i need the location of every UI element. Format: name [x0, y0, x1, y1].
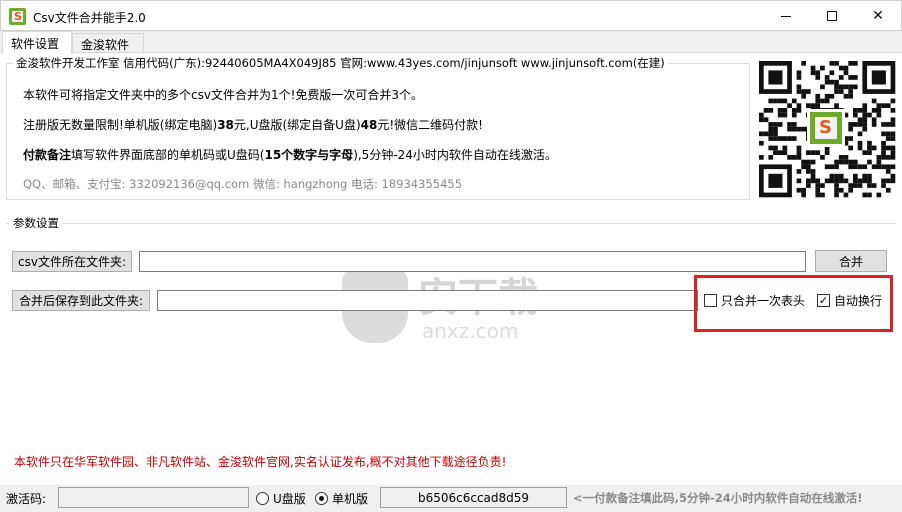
standalone-version-label: 单机版	[332, 492, 369, 506]
tab-strip: 软件设置 金浚软件	[0, 31, 902, 54]
info-group-title: 金浚软件开发工作室 信用代码(广东):92440605MA4X049J85 官网…	[13, 55, 668, 71]
activation-bar: 激活码: U盘版 单机版 b6506c6ccad8d59 <一付款备注填此码,5…	[0, 485, 902, 512]
merge-header-once-label: 只合并一次表头	[721, 294, 806, 308]
watermark-subtext: anxz.com	[422, 319, 519, 343]
csv-folder-button[interactable]: csv文件所在文件夹:	[12, 251, 132, 272]
tab-jinjun-software[interactable]: 金浚软件	[72, 33, 144, 53]
title-bar: S Csv文件合并能手2.0 ✕	[0, 0, 902, 31]
info-group: 金浚软件开发工作室 信用代码(广东):92440605MA4X049J85 官网…	[6, 55, 750, 200]
activation-label: 激活码:	[6, 492, 47, 506]
machine-code-field: b6506c6ccad8d59	[380, 487, 567, 508]
maximize-button[interactable]	[809, 1, 855, 31]
checkbox-checked-icon: ✓	[817, 294, 830, 307]
payment-note-text-2: ),5分钟-24小时内软件自动在线激活。	[353, 148, 557, 162]
si-logo-icon: S	[9, 8, 26, 25]
pricing-text-1: 注册版无数量限制!单机版(绑定电脑)	[23, 118, 218, 132]
save-folder-button[interactable]: 合并后保存到此文件夹:	[12, 290, 150, 311]
usb-version-label: U盘版	[273, 492, 306, 506]
params-group-title: 参数设置	[10, 215, 62, 231]
radio-on-icon	[315, 492, 328, 505]
window-title: Csv文件合并能手2.0	[33, 11, 146, 25]
payment-hint: <一付款备注填此码,5分钟-24小时内软件自动在线激活!	[573, 491, 863, 505]
price-standalone: 38	[217, 118, 234, 132]
info-line-contact: QQ、邮箱、支付宝: 332092136@qq.com 微信: hangzhon…	[23, 177, 463, 191]
minimize-icon	[781, 15, 791, 17]
pricing-text-3: 元!微信二维码付款!	[377, 118, 483, 132]
info-line-payment-note: 付款备注填写软件界面底部的单机码或U盘码(15个数字与字母),5分钟-24小时内…	[23, 146, 557, 163]
close-button[interactable]: ✕	[855, 1, 901, 31]
distribution-notice: 本软件只在华军软件园、非凡软件站、金浚软件官网,实名认证发布,概不对其他下载途径…	[14, 455, 507, 469]
merge-header-once-checkbox[interactable]: 只合并一次表头	[704, 292, 805, 309]
info-line-pricing: 注册版无数量限制!单机版(绑定电脑)38元,U盘版(绑定自备U盘)48元!微信二…	[23, 116, 483, 133]
checkbox-unchecked-icon	[704, 294, 717, 307]
csv-folder-input[interactable]	[139, 251, 806, 272]
tab-software-settings[interactable]: 软件设置	[2, 31, 72, 54]
auto-wrap-checkbox[interactable]: ✓ 自动换行	[817, 292, 882, 309]
payment-note-emphasis: 15个数字与字母	[264, 148, 354, 162]
info-line-description: 本软件可将指定文件夹中的多个csv文件合并为1个!免费版一次可合并3个。	[23, 88, 424, 102]
save-folder-input[interactable]	[157, 290, 698, 311]
payment-note-text-1: 填写软件界面底部的单机码或U盘码(	[71, 148, 265, 162]
wechat-qr-code: S	[757, 59, 898, 199]
usb-version-radio[interactable]: U盘版	[256, 490, 306, 507]
merge-button[interactable]: 合并	[815, 250, 887, 272]
maximize-icon	[827, 11, 837, 21]
price-usb: 48	[360, 118, 378, 132]
standalone-version-radio[interactable]: 单机版	[315, 490, 368, 507]
auto-wrap-label: 自动换行	[834, 294, 883, 308]
tab-content: 金浚软件开发工作室 信用代码(广东):92440605MA4X049J85 官网…	[0, 52, 902, 485]
activation-code-input[interactable]	[58, 487, 249, 508]
radio-off-icon	[256, 492, 269, 505]
payment-note-label: 付款备注	[23, 148, 72, 162]
minimize-button[interactable]	[763, 1, 809, 31]
close-icon: ✕	[872, 8, 884, 24]
qr-logo-icon: S	[807, 109, 845, 147]
pricing-text-2: 元,U盘版(绑定自备U盘)	[233, 118, 361, 132]
